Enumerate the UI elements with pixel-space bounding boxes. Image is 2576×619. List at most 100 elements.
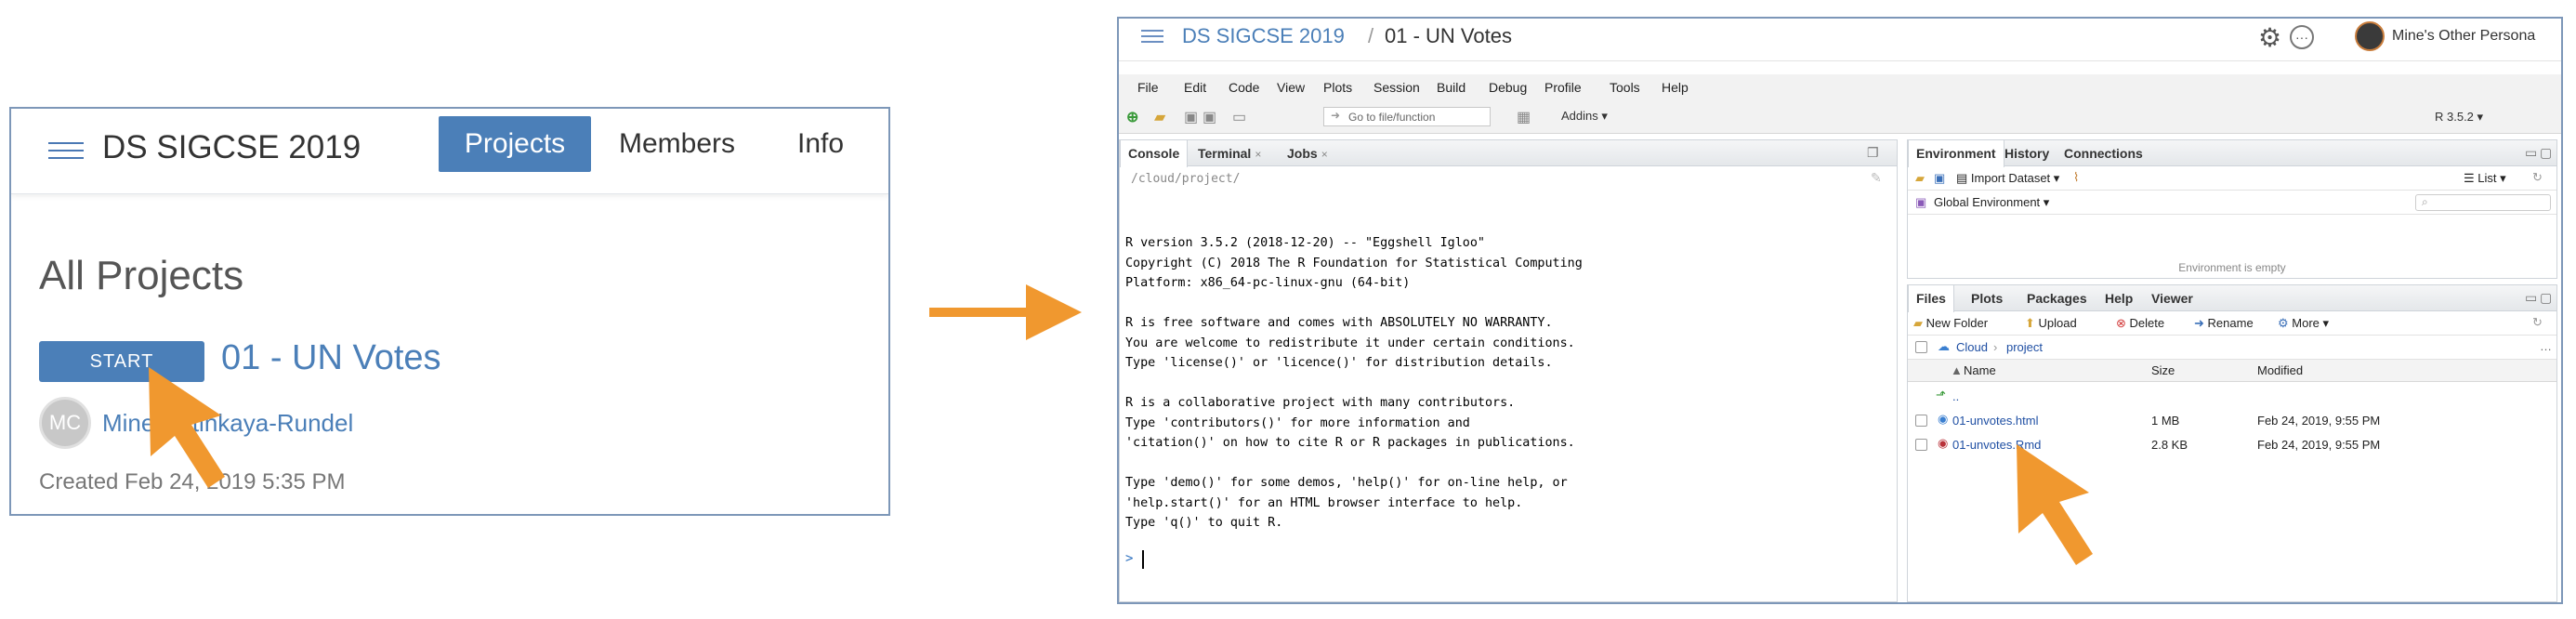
tab-environment[interactable]: Environment [1908, 140, 2004, 167]
environment-scope-bar: ▣ Global Environment ▾ ⌕ [1908, 191, 2556, 215]
refresh-icon[interactable]: ↻ [2532, 170, 2543, 185]
files-pane: Files Plots Packages Help Viewer ▭ ▢ ▰ N… [1907, 284, 2557, 602]
open-file-icon[interactable]: ▰ [1154, 108, 1165, 126]
tab-viewer[interactable]: Viewer [2144, 285, 2201, 311]
maximize-pane-icon[interactable]: ❐ [1867, 145, 1879, 161]
close-icon[interactable]: × [1321, 148, 1328, 161]
files-table-header: ▲ Name Size Modified [1908, 360, 2556, 382]
env-search-input[interactable]: ⌕ [2415, 194, 2551, 211]
more-button[interactable]: ⚙ More ▾ [2278, 316, 2329, 331]
menu-profile[interactable]: Profile [1544, 80, 1582, 95]
select-all-checkbox[interactable] [1915, 341, 1927, 353]
import-dataset-label: Import Dataset [1970, 171, 2051, 185]
minimize-pane-icon[interactable]: ▭ [2525, 145, 2537, 161]
r-version-menu[interactable]: R 3.5.2 ▾ [2435, 110, 2483, 125]
save-workspace-icon[interactable]: ▣ [1934, 171, 1945, 186]
maximize-pane-icon[interactable]: ▢ [2540, 290, 2552, 306]
new-file-icon[interactable]: ⊕ [1126, 108, 1138, 126]
menu-debug[interactable]: Debug [1489, 80, 1527, 95]
tab-history[interactable]: History [1997, 140, 2057, 166]
tab-packages[interactable]: Packages [2019, 285, 2095, 311]
menu-help[interactable]: Help [1662, 80, 1689, 95]
rename-button[interactable]: ➜ Rename [2194, 316, 2254, 331]
console-line: Type 'demo()' for some demos, 'help()' f… [1125, 476, 1568, 490]
file-size: 2.8 KB [2151, 438, 2188, 452]
upload-button[interactable]: ⬆ Upload [2025, 316, 2077, 331]
members-tab[interactable]: Members [619, 116, 735, 172]
tab-files[interactable]: Files [1908, 285, 1954, 312]
import-dataset-menu[interactable]: ▤ Import Dataset ▾ [1956, 171, 2059, 186]
menu-file[interactable]: File [1137, 80, 1159, 95]
print-icon[interactable]: ▭ [1232, 108, 1246, 126]
close-icon[interactable]: × [1255, 148, 1261, 161]
hamburger-menu-icon[interactable] [1141, 30, 1163, 43]
tab-plots[interactable]: Plots [1964, 285, 2010, 311]
console-prompt[interactable]: > [1125, 551, 1133, 566]
sort-icon: ▲ [1951, 363, 1963, 377]
gear-icon[interactable]: ⚙ [2258, 22, 2281, 53]
console-line: R version 3.5.2 (2018-12-20) -- "Eggshel… [1125, 236, 1485, 250]
crumb-project[interactable]: project [2006, 340, 2043, 354]
hamburger-menu-icon[interactable] [11, 109, 95, 194]
breadcrumb: ☁ Cloud › project … [1908, 336, 2556, 360]
tab-jobs[interactable]: Jobs × [1280, 140, 1335, 166]
col-modified[interactable]: Modified [2257, 363, 2303, 377]
parent-dir-row[interactable]: ⬏ .. [1908, 384, 2556, 408]
minimize-pane-icon[interactable]: ▭ [2525, 290, 2537, 306]
file-link[interactable]: 01-unvotes.html [1952, 414, 2039, 428]
up-arrow-icon: ⬏ [1936, 388, 1946, 402]
view-mode-menu[interactable]: ☰ List ▾ [2464, 171, 2506, 186]
menu-build[interactable]: Build [1437, 80, 1465, 95]
environment-icon: ▣ [1915, 195, 1927, 209]
pane-layout-icon[interactable]: ▦ [1517, 108, 1531, 126]
projects-tab[interactable]: Projects [439, 116, 591, 172]
user-name[interactable]: Mine's Other Persona [2392, 28, 2535, 45]
more-path-icon[interactable]: … [2540, 339, 2552, 353]
tab-console[interactable]: Console [1120, 140, 1189, 167]
load-workspace-icon[interactable]: ▰ [1915, 171, 1925, 186]
save-icon[interactable]: ▣ [1184, 108, 1198, 126]
parent-dir-link[interactable]: .. [1952, 389, 1959, 403]
menu-plots[interactable]: Plots [1323, 80, 1352, 95]
menu-edit[interactable]: Edit [1184, 80, 1206, 95]
tab-connections[interactable]: Connections [2057, 140, 2150, 166]
tab-terminal[interactable]: Terminal × [1190, 140, 1268, 166]
menu-code[interactable]: Code [1229, 80, 1259, 95]
search-icon: ⌕ [2422, 195, 2428, 208]
project-name-link[interactable]: 01 - UN Votes [221, 338, 441, 378]
menu-session[interactable]: Session [1373, 80, 1420, 95]
console-tabbar: Console Terminal × Jobs × ❐ [1120, 140, 1897, 167]
page-title: All Projects [39, 253, 244, 298]
more-options-icon[interactable]: ··· [2290, 25, 2314, 49]
console-line: Platform: x86_64-pc-linux-gnu (64-bit) [1125, 276, 1411, 290]
crumb-separator: › [1993, 340, 1998, 354]
info-tab[interactable]: Info [797, 116, 844, 172]
refresh-icon[interactable]: ↻ [2532, 315, 2543, 330]
delete-button[interactable]: ⊗ Delete [2116, 316, 2164, 331]
row-checkbox[interactable] [1915, 415, 1927, 427]
console-line: Type 'license()' or 'licence()' for dist… [1125, 356, 1553, 370]
addins-label: Addins [1561, 109, 1598, 123]
save-all-icon[interactable]: ▣ [1203, 108, 1216, 126]
col-name[interactable]: Name [1964, 363, 1996, 377]
user-avatar[interactable] [2355, 21, 2385, 51]
scope-select[interactable]: Global Environment ▾ [1934, 195, 2049, 210]
maximize-pane-icon[interactable]: ▢ [2540, 145, 2552, 161]
menu-tools[interactable]: Tools [1610, 80, 1640, 95]
new-folder-button[interactable]: ▰ New Folder [1913, 316, 1988, 331]
breadcrumb-space[interactable]: DS SIGCSE 2019 [1182, 24, 1345, 48]
console-line: R is a collaborative project with many c… [1125, 396, 1516, 410]
broom-icon[interactable]: ⌇ [2073, 170, 2079, 185]
col-size[interactable]: Size [2151, 363, 2175, 377]
row-checkbox[interactable] [1915, 439, 1927, 451]
console-line: Type 'contributors()' for more informati… [1125, 415, 1470, 430]
addins-menu[interactable]: Addins ▾ [1561, 109, 1608, 124]
clear-console-icon[interactable]: ✎ [1871, 170, 1882, 186]
goto-file-input[interactable]: Go to file/function [1323, 107, 1491, 126]
working-directory: /cloud/project/ [1131, 172, 1241, 186]
space-title: DS SIGCSE 2019 [102, 129, 361, 165]
crumb-cloud[interactable]: Cloud [1956, 340, 1988, 354]
menu-view[interactable]: View [1277, 80, 1305, 95]
tab-help[interactable]: Help [2097, 285, 2140, 311]
